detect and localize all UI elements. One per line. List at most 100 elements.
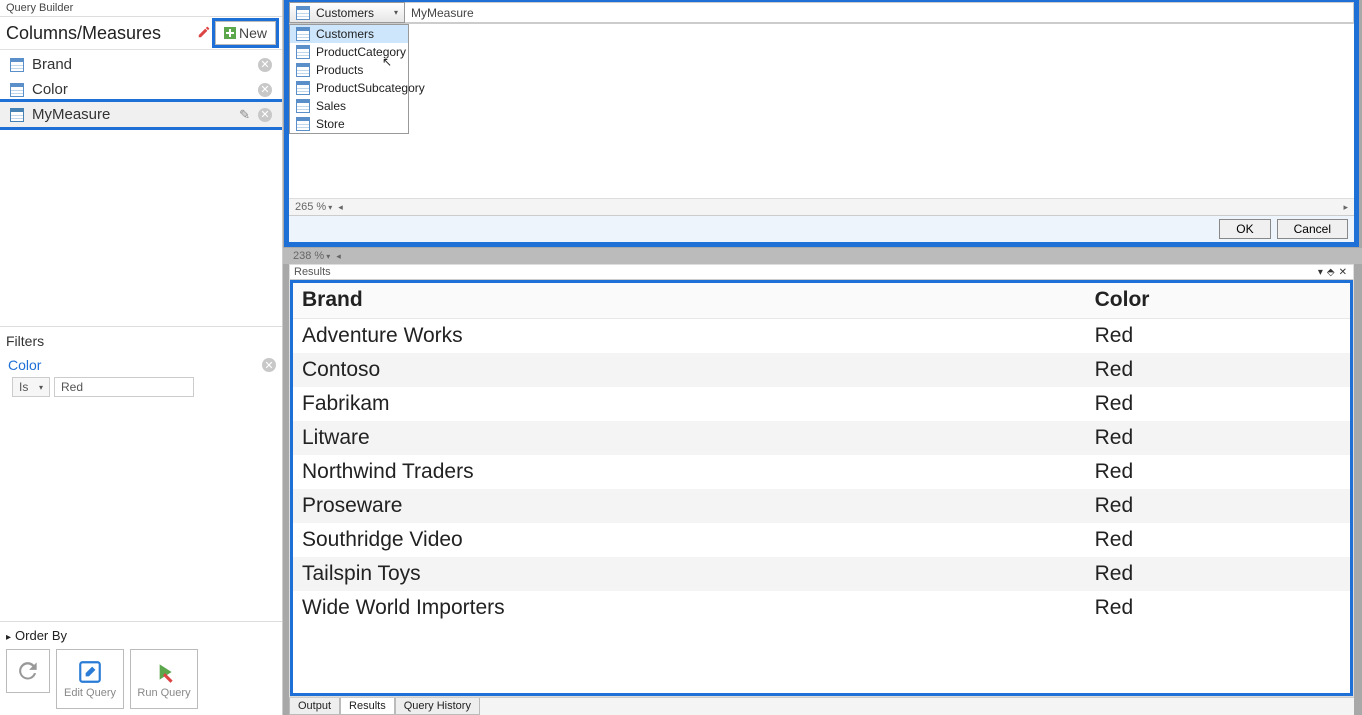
column-label: Color [32, 81, 250, 98]
tab-results[interactable]: Results [340, 698, 395, 715]
query-builder-panel: Query Builder Columns/Measures New Brand… [0, 0, 283, 715]
dropdown-item-label: ProductCategory [316, 45, 406, 59]
cancel-button[interactable]: Cancel [1277, 219, 1348, 239]
dropdown-item-label: Products [316, 63, 363, 77]
scroll-right-icon[interactable]: ▸ [1343, 202, 1348, 213]
table-icon [296, 63, 310, 77]
bottom-tabs: OutputResultsQuery History [289, 697, 1354, 715]
run-query-label: Run Query [137, 687, 190, 699]
table-icon [10, 108, 24, 122]
table-icon [10, 83, 24, 97]
columns-list: Brand ✕ Color ✕ MyMeasure ✎ ✕ [0, 50, 282, 129]
table-row[interactable]: Wide World ImportersRed [292, 591, 1351, 625]
remove-icon[interactable]: ✕ [258, 58, 272, 72]
table-row[interactable]: ProsewareRed [292, 489, 1351, 523]
remove-icon[interactable]: ✕ [258, 108, 272, 122]
table-row[interactable]: FabrikamRed [292, 387, 1351, 421]
table-cell: Adventure Works [292, 319, 1085, 354]
filters-section: Filters Color ✕ Is▾ [0, 327, 282, 622]
table-cell: Red [1085, 387, 1351, 421]
results-grid[interactable]: BrandColor Adventure WorksRedContosoRedF… [292, 282, 1351, 694]
column-item[interactable]: MyMeasure ✎ ✕ [0, 102, 282, 127]
filter-value-input[interactable] [54, 377, 194, 397]
table-selector-dropdown[interactable]: Customers ▾ [289, 2, 405, 23]
table-cell: Red [1085, 455, 1351, 489]
chevron-right-icon: ▸ [6, 632, 11, 643]
table-row[interactable]: Adventure WorksRed [292, 319, 1351, 354]
column-header[interactable]: Color [1085, 282, 1351, 319]
filter-operator-select[interactable]: Is▾ [12, 377, 50, 397]
panel-menu-icon[interactable]: ▾ [1316, 267, 1325, 278]
tab-output[interactable]: Output [289, 698, 340, 715]
table-icon [296, 27, 310, 41]
table-icon [10, 58, 24, 72]
tab-query-history[interactable]: Query History [395, 698, 480, 715]
refresh-button[interactable] [6, 649, 50, 693]
table-cell: Proseware [292, 489, 1085, 523]
mid-status-bar: 238 %▾◂ [283, 248, 1362, 264]
table-icon [296, 117, 310, 131]
dropdown-item[interactable]: Store [290, 115, 408, 133]
zoom-level[interactable]: 265 % [295, 201, 326, 213]
expression-editor: Customers ▾ ↖ CustomersProductCategoryPr… [289, 2, 1354, 242]
expression-input[interactable] [405, 2, 1354, 23]
edit-query-label: Edit Query [64, 687, 116, 699]
edit-columns-icon[interactable] [193, 23, 215, 44]
dropdown-item-label: Sales [316, 99, 346, 113]
column-label: Brand [32, 56, 250, 73]
dropdown-item-label: Store [316, 117, 345, 131]
column-header[interactable]: Brand [292, 282, 1085, 319]
table-cell: Red [1085, 421, 1351, 455]
columns-heading: Columns/Measures [6, 23, 193, 44]
dropdown-item[interactable]: Customers [290, 25, 408, 43]
panel-title: Query Builder [0, 0, 282, 17]
filter-name[interactable]: Color [6, 355, 262, 375]
pin-icon[interactable]: ⬘ [1325, 267, 1337, 278]
table-cell: Fabrikam [292, 387, 1085, 421]
table-icon [296, 45, 310, 59]
filters-title: Filters [6, 333, 276, 349]
dropdown-item[interactable]: ProductCategory [290, 43, 408, 61]
table-header-row: BrandColor [292, 282, 1351, 319]
table-cell: Red [1085, 489, 1351, 523]
plus-icon [224, 27, 236, 39]
filter-item: Color ✕ Is▾ [6, 355, 276, 397]
results-title: Results [294, 266, 331, 278]
table-row[interactable]: Tailspin ToysRed [292, 557, 1351, 591]
column-item[interactable]: Brand ✕ [0, 52, 282, 77]
table-selector-label: Customers [316, 6, 374, 20]
order-by-label: Order By [15, 628, 67, 643]
dropdown-item-label: ProductSubcategory [316, 81, 425, 95]
new-button[interactable]: New [215, 21, 276, 45]
table-cell: Red [1085, 319, 1351, 354]
chevron-down-icon: ▾ [394, 8, 398, 17]
dropdown-item[interactable]: Sales [290, 97, 408, 115]
table-row[interactable]: ContosoRed [292, 353, 1351, 387]
table-cell: Red [1085, 557, 1351, 591]
edit-icon[interactable]: ✎ [239, 107, 250, 123]
table-row[interactable]: Northwind TradersRed [292, 455, 1351, 489]
dropdown-item[interactable]: ProductSubcategory [290, 79, 408, 97]
table-cell: Tailspin Toys [292, 557, 1085, 591]
dropdown-item[interactable]: Products [290, 61, 408, 79]
table-icon [296, 99, 310, 113]
table-cell: Contoso [292, 353, 1085, 387]
remove-icon[interactable]: ✕ [258, 83, 272, 97]
table-row[interactable]: Southridge VideoRed [292, 523, 1351, 557]
chevron-down-icon[interactable]: ▾ [328, 203, 332, 212]
table-cell: Southridge Video [292, 523, 1085, 557]
dropdown-item-label: Customers [316, 27, 374, 41]
ok-button[interactable]: OK [1219, 219, 1270, 239]
scroll-left-icon[interactable]: ◂ [338, 202, 343, 213]
results-panel: Results ▾ ⬘ ✕ BrandColor Adventure Works… [289, 264, 1354, 697]
order-by-section[interactable]: ▸ Order By [0, 622, 282, 645]
column-item[interactable]: Color ✕ [0, 77, 282, 102]
close-icon[interactable]: ✕ [1337, 267, 1349, 278]
run-query-button[interactable]: Run Query [130, 649, 198, 709]
editor-body[interactable] [289, 24, 1354, 198]
table-row[interactable]: LitwareRed [292, 421, 1351, 455]
table-icon [296, 6, 310, 20]
table-cell: Northwind Traders [292, 455, 1085, 489]
filter-remove-icon[interactable]: ✕ [262, 358, 276, 372]
edit-query-button[interactable]: Edit Query [56, 649, 124, 709]
